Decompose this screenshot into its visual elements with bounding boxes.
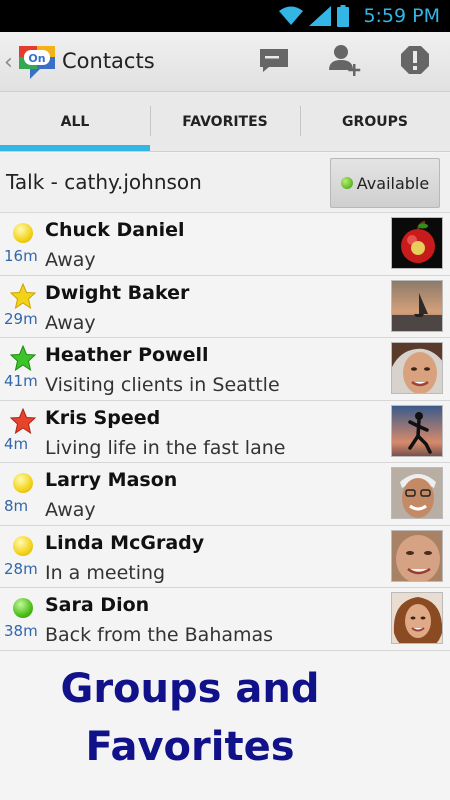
green-star-icon <box>10 345 36 371</box>
contact-row[interactable]: 41m Heather Powell Visiting clients in S… <box>0 338 450 401</box>
contact-name: Dwight Baker <box>45 281 190 304</box>
elapsed-time: 16m <box>4 247 38 265</box>
add-contact-icon <box>326 42 362 82</box>
alert-button[interactable] <box>393 42 437 82</box>
avatar <box>391 404 443 457</box>
contact-name: Heather Powell <box>45 344 209 366</box>
green-status-dot-icon <box>10 595 36 621</box>
tab-groups[interactable]: GROUPS <box>300 92 450 151</box>
contact-row[interactable]: 8m Larry Mason Away <box>0 463 450 526</box>
svg-text:On: On <box>28 52 45 65</box>
signal-icon <box>309 6 332 26</box>
contact-list: 16m Chuck Daniel Away 29m Dwight Baker A… <box>0 213 450 651</box>
promo-line-1: Groups and <box>60 666 320 712</box>
yellow-star-icon <box>10 282 36 309</box>
yellow-status-dot-icon <box>10 220 36 246</box>
contact-name: Kris Speed <box>45 406 161 429</box>
availability-label: Available <box>356 173 430 193</box>
avatar <box>391 592 443 644</box>
contact-status: Away <box>45 311 96 334</box>
contact-status: Visiting clients in Seattle <box>45 374 280 396</box>
page-title: Contacts <box>62 49 155 73</box>
compose-message-icon <box>259 47 289 77</box>
contact-row[interactable]: 38m Sara Dion Back from the Bahamas <box>0 588 450 651</box>
promo-caption: Groups and Favorites <box>0 660 380 776</box>
contact-name: Linda McGrady <box>45 531 205 554</box>
contact-name: Chuck Daniel <box>45 219 185 241</box>
red-star-icon <box>10 407 36 434</box>
add-contact-button[interactable] <box>322 42 366 82</box>
contact-status: In a meeting <box>45 561 166 584</box>
tab-all[interactable]: ALL <box>0 92 150 151</box>
elapsed-time: 41m <box>4 372 38 390</box>
contact-status: Back from the Bahamas <box>45 624 274 646</box>
available-status-icon <box>340 177 353 189</box>
contact-row[interactable]: 16m Chuck Daniel Away <box>0 213 450 276</box>
battery-icon <box>337 5 350 27</box>
tab-favorites[interactable]: FAVORITES <box>150 92 300 151</box>
contact-status: Away <box>45 499 96 521</box>
yellow-status-dot-icon <box>10 533 36 559</box>
elapsed-time: 8m <box>4 497 29 515</box>
talk-account-row: Talk - cathy.johnson Available <box>0 153 450 213</box>
elapsed-time: 38m <box>4 622 38 640</box>
status-bar: 5:59 PM <box>0 0 450 32</box>
contact-row[interactable]: 4m Kris Speed Living life in the fast la… <box>0 400 450 463</box>
elapsed-time: 29m <box>4 309 38 328</box>
yellow-status-dot-icon <box>10 470 36 496</box>
avatar <box>391 529 443 582</box>
contact-row[interactable]: 29m Dwight Baker Away <box>0 275 450 338</box>
contact-row[interactable]: 28m Linda McGrady In a meeting <box>0 525 450 588</box>
elapsed-time: 28m <box>4 559 38 578</box>
contact-status: Away <box>45 249 96 271</box>
avatar <box>391 467 443 519</box>
elapsed-time: 4m <box>4 434 29 453</box>
promo-line-2: Favorites <box>85 724 295 770</box>
clock: 5:59 PM <box>363 5 440 27</box>
alert-icon <box>400 45 430 79</box>
contact-name: Sara Dion <box>45 594 150 616</box>
talk-account-label: Talk - cathy.johnson <box>6 170 202 194</box>
tab-bar: ALL FAVORITES GROUPS <box>0 92 450 152</box>
back-chevron-icon[interactable]: ‹ <box>4 50 13 75</box>
action-bar: ‹ On Contacts <box>0 32 450 92</box>
avatar <box>391 342 443 394</box>
contact-name: Larry Mason <box>45 469 178 491</box>
avatar <box>391 217 443 269</box>
contact-status: Living life in the fast lane <box>45 436 286 459</box>
app-logo-icon[interactable]: On <box>16 41 58 83</box>
avatar <box>391 279 443 332</box>
compose-message-button[interactable] <box>252 42 296 82</box>
wifi-icon <box>279 6 304 26</box>
availability-button[interactable]: Available <box>330 158 440 208</box>
